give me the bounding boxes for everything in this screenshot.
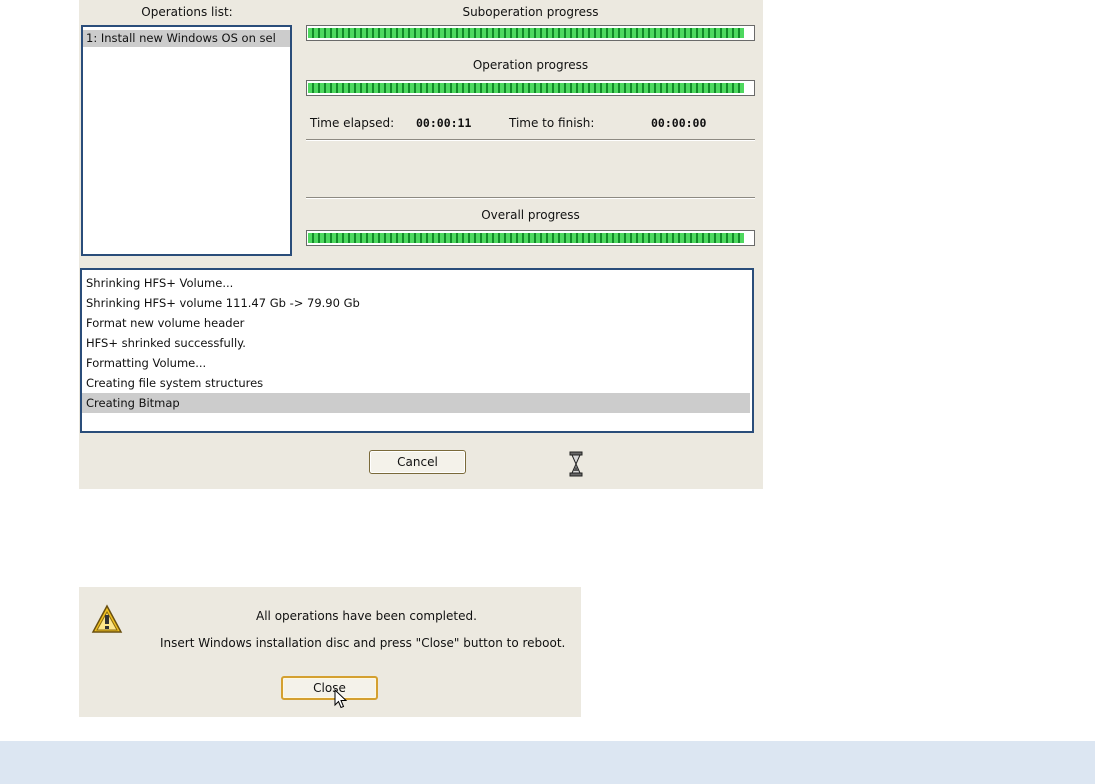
- time-to-finish-value: 00:00:00: [651, 116, 707, 130]
- suboperation-progress-label: Suboperation progress: [462, 5, 599, 19]
- overall-progress-label: Overall progress: [481, 208, 580, 222]
- log-line: Format new volume header: [86, 316, 245, 330]
- log-line: Creating file system structures: [86, 376, 264, 390]
- reboot-instruction: Insert Windows installation disc and pre…: [160, 636, 566, 650]
- mouse-pointer-icon: [334, 688, 348, 712]
- suboperation-progress-bar: [306, 25, 755, 41]
- log-line: Formatting Volume...: [86, 356, 207, 370]
- page-footer-band: [0, 741, 1095, 784]
- separator-line: [306, 139, 755, 141]
- suboperation-progress-fill: [308, 28, 745, 38]
- completion-message: All operations have been completed.: [256, 609, 477, 623]
- log-line-selected: Creating Bitmap: [82, 393, 750, 413]
- operations-list[interactable]: 1: Install new Windows OS on sel: [81, 25, 292, 256]
- overall-progress-bar: [306, 230, 755, 246]
- close-button[interactable]: Close: [281, 676, 378, 700]
- time-to-finish-label: Time to finish:: [509, 116, 595, 130]
- completion-dialog: All operations have been completed. Inse…: [79, 587, 581, 717]
- operation-progress-bar: [306, 80, 755, 96]
- log-line: Shrinking HFS+ volume 111.47 Gb -> 79.90…: [86, 296, 360, 310]
- log-line: Shrinking HFS+ Volume...: [86, 276, 234, 290]
- operation-progress-fill: [308, 83, 745, 93]
- operations-list-label: Operations list:: [141, 5, 233, 19]
- time-elapsed-value: 00:00:11: [416, 116, 472, 130]
- cancel-button[interactable]: Cancel: [369, 450, 466, 474]
- overall-progress-fill: [308, 233, 745, 243]
- log-line: HFS+ shrinked successfully.: [86, 336, 246, 350]
- time-elapsed-label: Time elapsed:: [310, 116, 395, 130]
- operation-progress-label: Operation progress: [472, 58, 589, 72]
- operation-log[interactable]: Shrinking HFS+ Volume... Shrinking HFS+ …: [80, 268, 754, 433]
- warning-icon: [91, 604, 123, 637]
- operation-item[interactable]: 1: Install new Windows OS on sel: [83, 30, 290, 47]
- hourglass-icon: [569, 451, 583, 480]
- separator-line: [306, 197, 755, 199]
- progress-window: Operations list: 1: Install new Windows …: [79, 0, 763, 489]
